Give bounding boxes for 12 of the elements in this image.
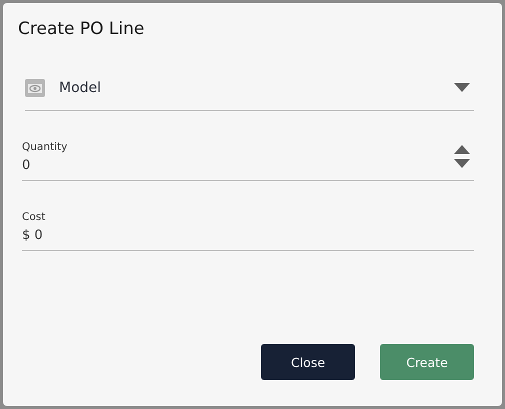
input-field[interactable]: 0 xyxy=(22,158,222,172)
dialog-title: Create PO Line xyxy=(18,19,146,39)
caret-icon xyxy=(454,83,470,92)
close-button[interactable]: Close xyxy=(261,344,355,380)
down-arrow-icon[interactable] xyxy=(454,159,470,168)
field-label: Quantity xyxy=(22,140,68,152)
create-button[interactable]: Create xyxy=(380,344,474,380)
model-select[interactable]: Model xyxy=(25,65,474,111)
field-label: Cost xyxy=(22,210,46,222)
input-field[interactable]: $ 0 xyxy=(22,228,222,242)
eye-icon xyxy=(25,78,45,96)
up-arrow-icon[interactable] xyxy=(454,145,470,154)
